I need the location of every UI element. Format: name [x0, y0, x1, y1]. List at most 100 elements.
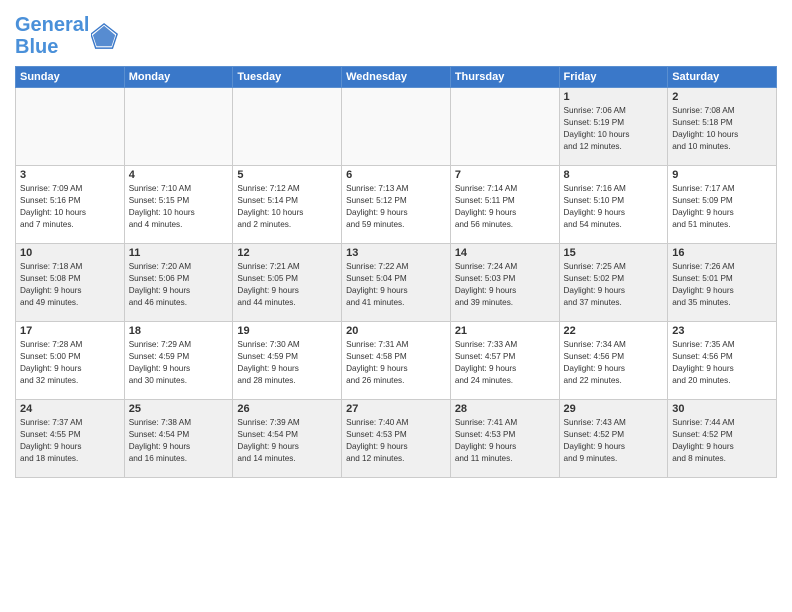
- day-number: 27: [346, 403, 446, 415]
- day-info: Sunrise: 7:10 AMSunset: 5:15 PMDaylight:…: [129, 183, 229, 231]
- day-info: Sunrise: 7:28 AMSunset: 5:00 PMDaylight:…: [20, 339, 120, 387]
- day-info: Sunrise: 7:08 AMSunset: 5:18 PMDaylight:…: [672, 105, 772, 153]
- calendar-cell: 26 Sunrise: 7:39 AMSunset: 4:54 PMDayligh…: [233, 400, 342, 478]
- day-number: 6: [346, 169, 446, 181]
- calendar-cell: 5Sunrise: 7:12 AMSunset: 5:14 PMDaylight…: [233, 166, 342, 244]
- day-info: Sunrise: 7:39 AMSunset: 4:54 PMDaylight:…: [237, 417, 337, 465]
- day-number: 25: [129, 403, 229, 415]
- day-info: Sunrise: 7:26 AMSunset: 5:01 PMDaylight:…: [672, 261, 772, 309]
- calendar-cell: 16 Sunrise: 7:26 AMSunset: 5:01 PMDayligh…: [668, 244, 777, 322]
- day-number: 14: [455, 247, 555, 259]
- calendar-cell: 9 Sunrise: 7:17 AMSunset: 5:09 PMDaylight…: [668, 166, 777, 244]
- day-info: Sunrise: 7:18 AMSunset: 5:08 PMDaylight:…: [20, 261, 120, 309]
- day-info: Sunrise: 7:06 AMSunset: 5:19 PMDaylight:…: [564, 105, 664, 153]
- day-number: 7: [455, 169, 555, 181]
- calendar-cell: 28 Sunrise: 7:41 AMSunset: 4:53 PMDayligh…: [450, 400, 559, 478]
- calendar-week-3: 10 Sunrise: 7:18 AMSunset: 5:08 PMDayligh…: [16, 244, 777, 322]
- calendar-week-2: 3Sunrise: 7:09 AMSunset: 5:16 PMDaylight…: [16, 166, 777, 244]
- calendar-cell: 3Sunrise: 7:09 AMSunset: 5:16 PMDaylight…: [16, 166, 125, 244]
- day-number: 4: [129, 169, 229, 181]
- calendar-cell: 30 Sunrise: 7:44 AMSunset: 4:52 PMDayligh…: [668, 400, 777, 478]
- day-number: 15: [564, 247, 664, 259]
- calendar-table: SundayMondayTuesdayWednesdayThursdayFrid…: [15, 66, 777, 478]
- day-number: 1: [564, 91, 664, 103]
- day-info: Sunrise: 7:40 AMSunset: 4:53 PMDaylight:…: [346, 417, 446, 465]
- day-number: 9: [672, 169, 772, 181]
- day-number: 2: [672, 91, 772, 103]
- page-header: General Blue: [15, 10, 777, 58]
- calendar-cell: 25 Sunrise: 7:38 AMSunset: 4:54 PMDayligh…: [124, 400, 233, 478]
- calendar-cell: [342, 88, 451, 166]
- day-info: Sunrise: 7:34 AMSunset: 4:56 PMDaylight:…: [564, 339, 664, 387]
- day-info: Sunrise: 7:20 AMSunset: 5:06 PMDaylight:…: [129, 261, 229, 309]
- day-number: 26: [237, 403, 337, 415]
- day-info: Sunrise: 7:21 AMSunset: 5:05 PMDaylight:…: [237, 261, 337, 309]
- day-info: Sunrise: 7:35 AMSunset: 4:56 PMDaylight:…: [672, 339, 772, 387]
- calendar-cell: 11 Sunrise: 7:20 AMSunset: 5:06 PMDayligh…: [124, 244, 233, 322]
- calendar-cell: 19 Sunrise: 7:30 AMSunset: 4:59 PMDayligh…: [233, 322, 342, 400]
- calendar-cell: 6 Sunrise: 7:13 AMSunset: 5:12 PMDaylight…: [342, 166, 451, 244]
- calendar-cell: 15Sunrise: 7:25 AMSunset: 5:02 PMDayligh…: [559, 244, 668, 322]
- day-number: 20: [346, 325, 446, 337]
- calendar-week-1: 1 Sunrise: 7:06 AMSunset: 5:19 PMDaylight…: [16, 88, 777, 166]
- day-number: 23: [672, 325, 772, 337]
- day-number: 12: [237, 247, 337, 259]
- weekday-header-monday: Monday: [124, 67, 233, 88]
- day-number: 3: [20, 169, 120, 181]
- calendar-cell: 4 Sunrise: 7:10 AMSunset: 5:15 PMDaylight…: [124, 166, 233, 244]
- day-info: Sunrise: 7:29 AMSunset: 4:59 PMDaylight:…: [129, 339, 229, 387]
- day-number: 22: [564, 325, 664, 337]
- calendar-cell: 23 Sunrise: 7:35 AMSunset: 4:56 PMDayligh…: [668, 322, 777, 400]
- calendar-cell: 1 Sunrise: 7:06 AMSunset: 5:19 PMDaylight…: [559, 88, 668, 166]
- day-info: Sunrise: 7:37 AMSunset: 4:55 PMDaylight:…: [20, 417, 120, 465]
- day-info: Sunrise: 7:31 AMSunset: 4:58 PMDaylight:…: [346, 339, 446, 387]
- day-number: 21: [455, 325, 555, 337]
- calendar-cell: 29Sunrise: 7:43 AMSunset: 4:52 PMDayligh…: [559, 400, 668, 478]
- day-info: Sunrise: 7:22 AMSunset: 5:04 PMDaylight:…: [346, 261, 446, 309]
- weekday-header-thursday: Thursday: [450, 67, 559, 88]
- weekday-header-friday: Friday: [559, 67, 668, 88]
- calendar-cell: [233, 88, 342, 166]
- calendar-cell: 21 Sunrise: 7:33 AMSunset: 4:57 PMDayligh…: [450, 322, 559, 400]
- logo-icon: [91, 22, 119, 50]
- calendar-cell: 24Sunrise: 7:37 AMSunset: 4:55 PMDayligh…: [16, 400, 125, 478]
- calendar-cell: 2 Sunrise: 7:08 AMSunset: 5:18 PMDaylight…: [668, 88, 777, 166]
- weekday-header-tuesday: Tuesday: [233, 67, 342, 88]
- calendar-cell: [450, 88, 559, 166]
- day-number: 11: [129, 247, 229, 259]
- weekday-header-wednesday: Wednesday: [342, 67, 451, 88]
- weekday-header-sunday: Sunday: [16, 67, 125, 88]
- day-number: 18: [129, 325, 229, 337]
- day-number: 30: [672, 403, 772, 415]
- day-number: 28: [455, 403, 555, 415]
- day-info: Sunrise: 7:13 AMSunset: 5:12 PMDaylight:…: [346, 183, 446, 231]
- day-number: 19: [237, 325, 337, 337]
- calendar-header-row: SundayMondayTuesdayWednesdayThursdayFrid…: [16, 67, 777, 88]
- day-info: Sunrise: 7:41 AMSunset: 4:53 PMDaylight:…: [455, 417, 555, 465]
- day-info: Sunrise: 7:30 AMSunset: 4:59 PMDaylight:…: [237, 339, 337, 387]
- calendar-cell: 14Sunrise: 7:24 AMSunset: 5:03 PMDayligh…: [450, 244, 559, 322]
- day-info: Sunrise: 7:33 AMSunset: 4:57 PMDaylight:…: [455, 339, 555, 387]
- calendar-cell: 18 Sunrise: 7:29 AMSunset: 4:59 PMDayligh…: [124, 322, 233, 400]
- weekday-header-saturday: Saturday: [668, 67, 777, 88]
- logo-text: General Blue: [15, 14, 89, 58]
- day-info: Sunrise: 7:38 AMSunset: 4:54 PMDaylight:…: [129, 417, 229, 465]
- calendar-cell: 27 Sunrise: 7:40 AMSunset: 4:53 PMDayligh…: [342, 400, 451, 478]
- day-number: 13: [346, 247, 446, 259]
- day-number: 10: [20, 247, 120, 259]
- day-info: Sunrise: 7:16 AMSunset: 5:10 PMDaylight:…: [564, 183, 664, 231]
- calendar-cell: 22 Sunrise: 7:34 AMSunset: 4:56 PMDayligh…: [559, 322, 668, 400]
- day-info: Sunrise: 7:44 AMSunset: 4:52 PMDaylight:…: [672, 417, 772, 465]
- day-info: Sunrise: 7:17 AMSunset: 5:09 PMDaylight:…: [672, 183, 772, 231]
- day-number: 17: [20, 325, 120, 337]
- calendar-cell: 8 Sunrise: 7:16 AMSunset: 5:10 PMDaylight…: [559, 166, 668, 244]
- calendar-cell: 20 Sunrise: 7:31 AMSunset: 4:58 PMDayligh…: [342, 322, 451, 400]
- day-number: 29: [564, 403, 664, 415]
- day-number: 8: [564, 169, 664, 181]
- calendar-cell: 10 Sunrise: 7:18 AMSunset: 5:08 PMDayligh…: [16, 244, 125, 322]
- day-info: Sunrise: 7:14 AMSunset: 5:11 PMDaylight:…: [455, 183, 555, 231]
- calendar-cell: 13 Sunrise: 7:22 AMSunset: 5:04 PMDayligh…: [342, 244, 451, 322]
- calendar-cell: 7 Sunrise: 7:14 AMSunset: 5:11 PMDaylight…: [450, 166, 559, 244]
- day-number: 16: [672, 247, 772, 259]
- calendar-cell: [16, 88, 125, 166]
